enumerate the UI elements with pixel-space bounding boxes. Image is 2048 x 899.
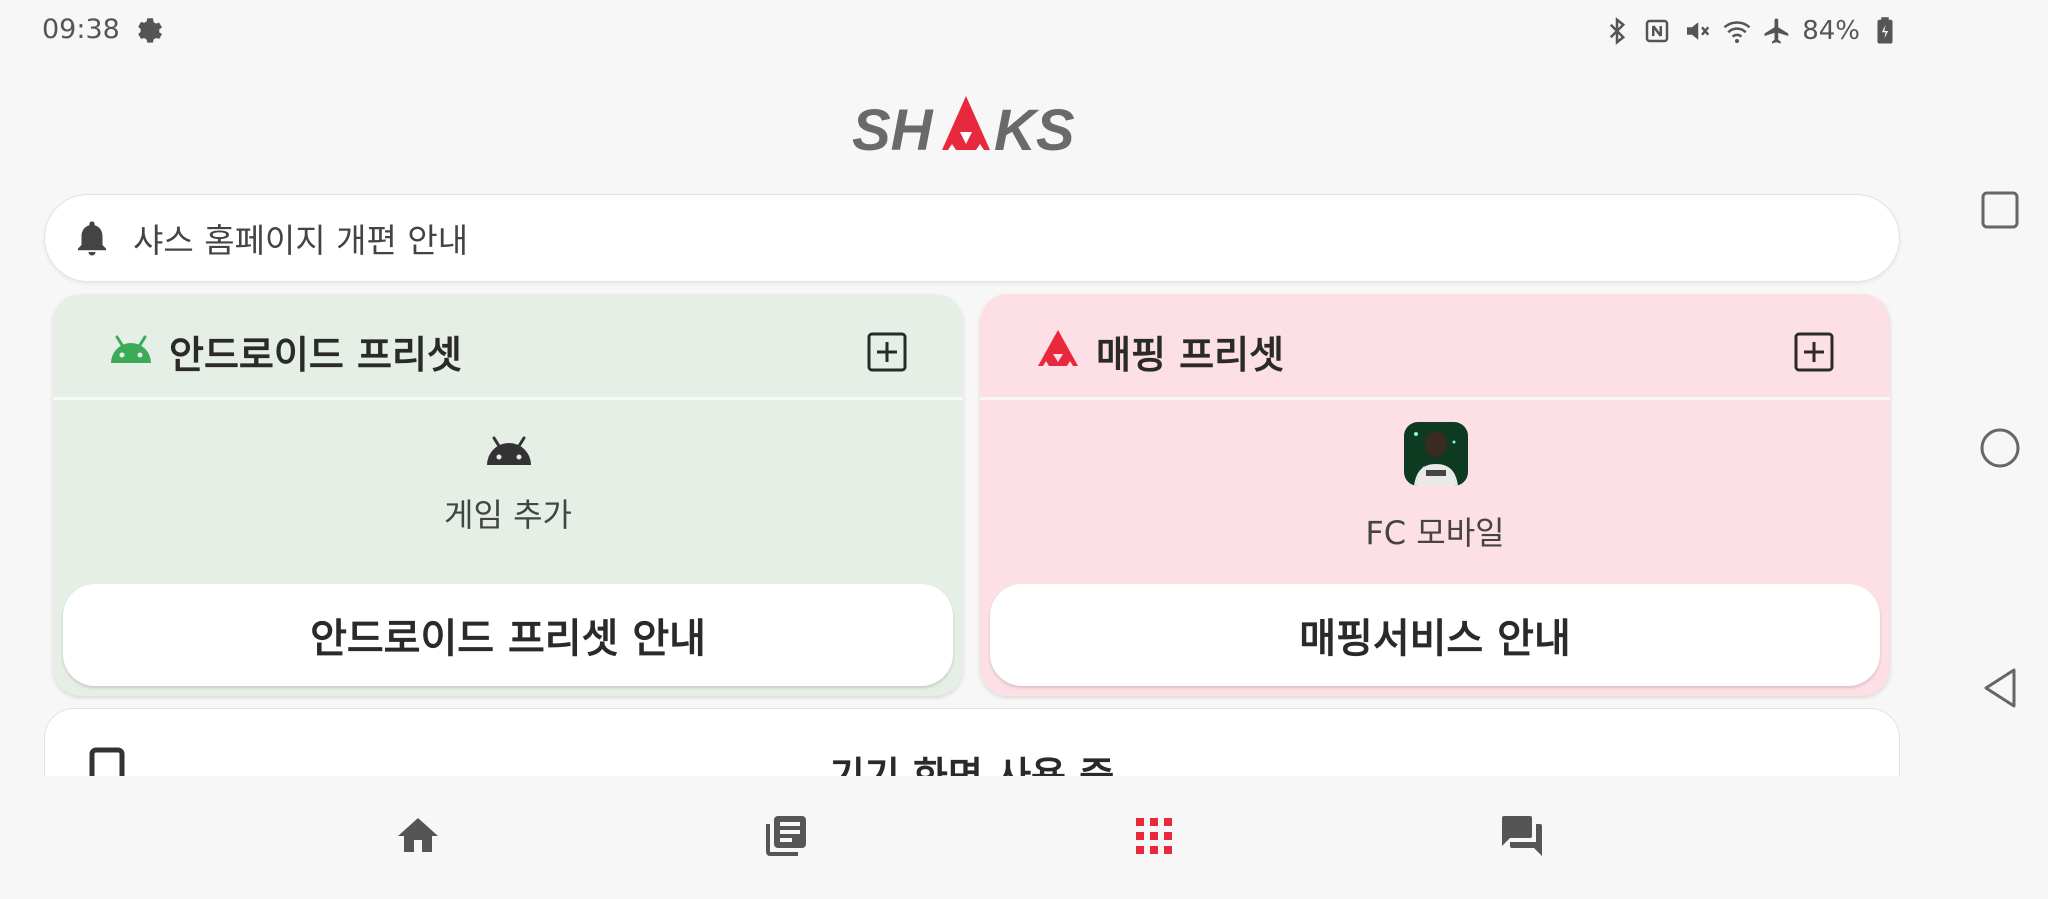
forum-icon[interactable] (1498, 812, 1546, 860)
article-icon[interactable] (762, 812, 810, 860)
game-label[interactable]: FC 모바일 (980, 508, 1890, 554)
mapping-preset-title: 매핑 프리셋 (1096, 333, 1285, 377)
grid-icon[interactable] (1130, 812, 1178, 860)
home-icon[interactable] (394, 812, 442, 860)
recents-icon[interactable] (1978, 188, 2022, 232)
android-preset-header: 안드로이드 프리셋 (53, 294, 963, 400)
bottom-nav (0, 776, 1920, 899)
device-screen-card[interactable]: 기기 화면 사용 중 (44, 708, 1900, 776)
back-icon[interactable] (1978, 666, 2022, 710)
add-box-icon[interactable] (867, 332, 907, 372)
mapping-preset-header: 매핑 프리셋 (980, 294, 1890, 400)
android-icon (111, 335, 151, 363)
android-preset-card: 안드로이드 프리셋 게임 추가 안드로이드 프리셋 안내 (53, 294, 963, 696)
android-preset-title: 안드로이드 프리셋 (169, 333, 462, 377)
add-game-label[interactable]: 게임 추가 (53, 490, 963, 536)
fc-mobile-game-icon[interactable] (1404, 422, 1468, 486)
mapping-preset-card: 매핑 프리셋 FC 모바일 매핑서비스 안내 (980, 294, 1890, 696)
device-screen-text: 기기 화면 사용 중 (829, 754, 1115, 776)
android-preset-info-button[interactable]: 안드로이드 프리셋 안내 (63, 584, 953, 686)
scroll-content[interactable]: 샤스 홈페이지 개편 안내 안드로이드 프리셋 게임 추가 안드로이드 프리셋 … (0, 0, 1920, 776)
mapping-service-info-button[interactable]: 매핑서비스 안내 (990, 584, 1880, 686)
system-nav-bar (1952, 0, 2048, 899)
home-circle-icon[interactable] (1978, 426, 2022, 470)
notice-text: 샤스 홈페이지 개편 안내 (133, 221, 469, 260)
add-box-icon[interactable] (1794, 332, 1834, 372)
shaks-triangle-icon (1038, 330, 1078, 366)
android-add-game-icon[interactable] (483, 432, 535, 468)
notice-banner[interactable]: 샤스 홈페이지 개편 안내 (44, 194, 1900, 282)
bell-icon (78, 221, 106, 256)
